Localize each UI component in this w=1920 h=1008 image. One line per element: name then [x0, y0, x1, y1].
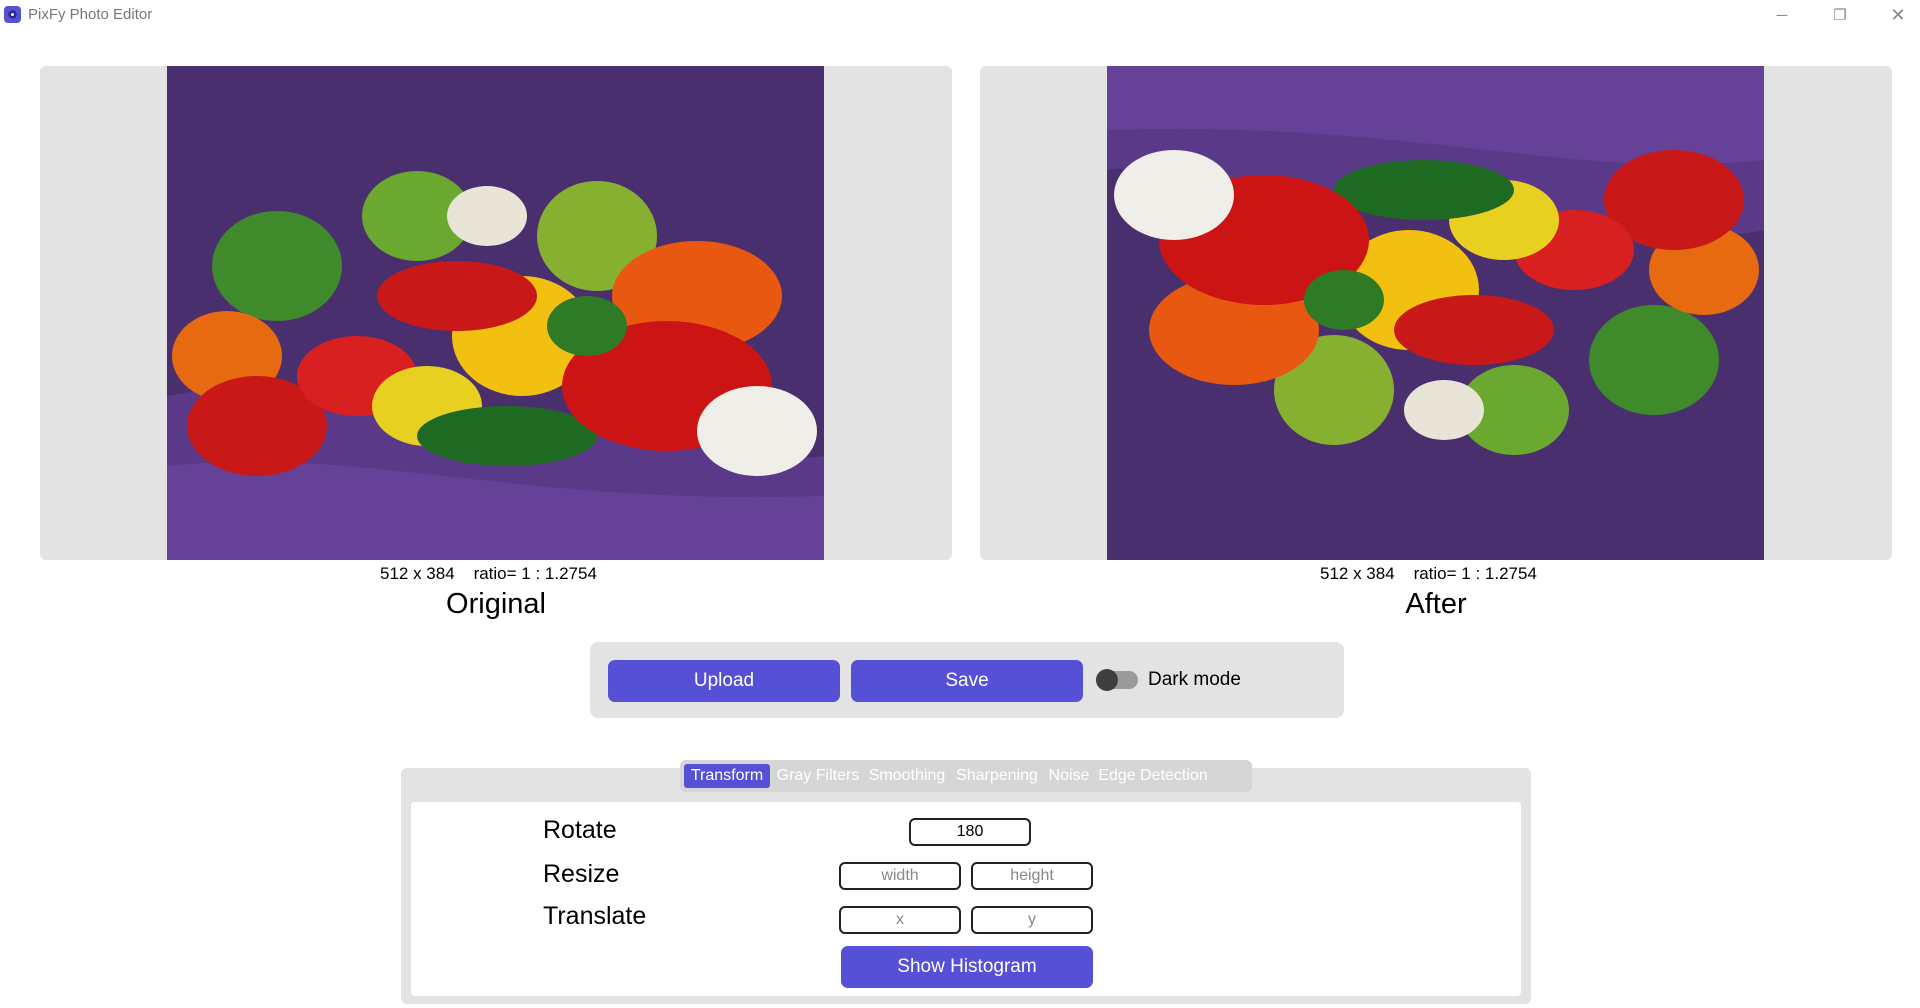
translate-y-input[interactable] — [971, 906, 1093, 934]
title-bar: PixFy Photo Editor ─ ❐ ✕ — [0, 0, 1920, 32]
translate-label: Translate — [543, 902, 647, 930]
close-icon[interactable]: ✕ — [1878, 2, 1918, 28]
tab-sharpening[interactable]: Sharpening — [954, 764, 1040, 788]
upload-button[interactable]: Upload — [608, 660, 840, 702]
dark-mode-toggle[interactable] — [1096, 669, 1138, 691]
after-image-panel — [980, 66, 1892, 560]
tab-gray-filters[interactable]: Gray Filters — [776, 764, 860, 788]
rotate-input[interactable] — [909, 818, 1031, 846]
after-dimensions: 512 x 384 ratio= 1 : 1.2754 — [1320, 564, 1537, 583]
save-button[interactable]: Save — [851, 660, 1083, 702]
transform-content: Rotate Resize Translate Show Histogram — [411, 802, 1521, 996]
original-image-panel — [40, 66, 952, 560]
window-title: PixFy Photo Editor — [28, 6, 153, 23]
tab-noise[interactable]: Noise — [1046, 764, 1092, 788]
minimize-icon[interactable]: ─ — [1762, 2, 1802, 28]
tab-smoothing[interactable]: Smoothing — [866, 764, 948, 788]
dark-mode-label: Dark mode — [1148, 669, 1241, 690]
resize-width-input[interactable] — [839, 862, 961, 890]
restore-icon[interactable]: ❐ — [1820, 2, 1860, 28]
tab-edge-detection[interactable]: Edge Detection — [1098, 764, 1208, 788]
original-dimensions: 512 x 384 ratio= 1 : 1.2754 — [380, 564, 597, 583]
resize-height-input[interactable] — [971, 862, 1093, 890]
action-bar: Upload Save Dark mode — [590, 642, 1344, 718]
after-caption: After — [1405, 588, 1467, 620]
rotate-label: Rotate — [543, 816, 617, 844]
tab-strip: Transform Gray Filters Smoothing Sharpen… — [680, 760, 1252, 792]
toggle-knob — [1096, 669, 1118, 691]
after-image — [1107, 66, 1764, 560]
show-histogram-button[interactable]: Show Histogram — [841, 946, 1093, 988]
original-caption: Original — [446, 588, 546, 620]
tab-transform[interactable]: Transform — [684, 764, 770, 788]
resize-label: Resize — [543, 860, 620, 888]
tools-panel: Transform Gray Filters Smoothing Sharpen… — [401, 760, 1531, 1004]
app-logo-icon — [4, 6, 21, 23]
original-image — [167, 66, 824, 560]
translate-x-input[interactable] — [839, 906, 961, 934]
